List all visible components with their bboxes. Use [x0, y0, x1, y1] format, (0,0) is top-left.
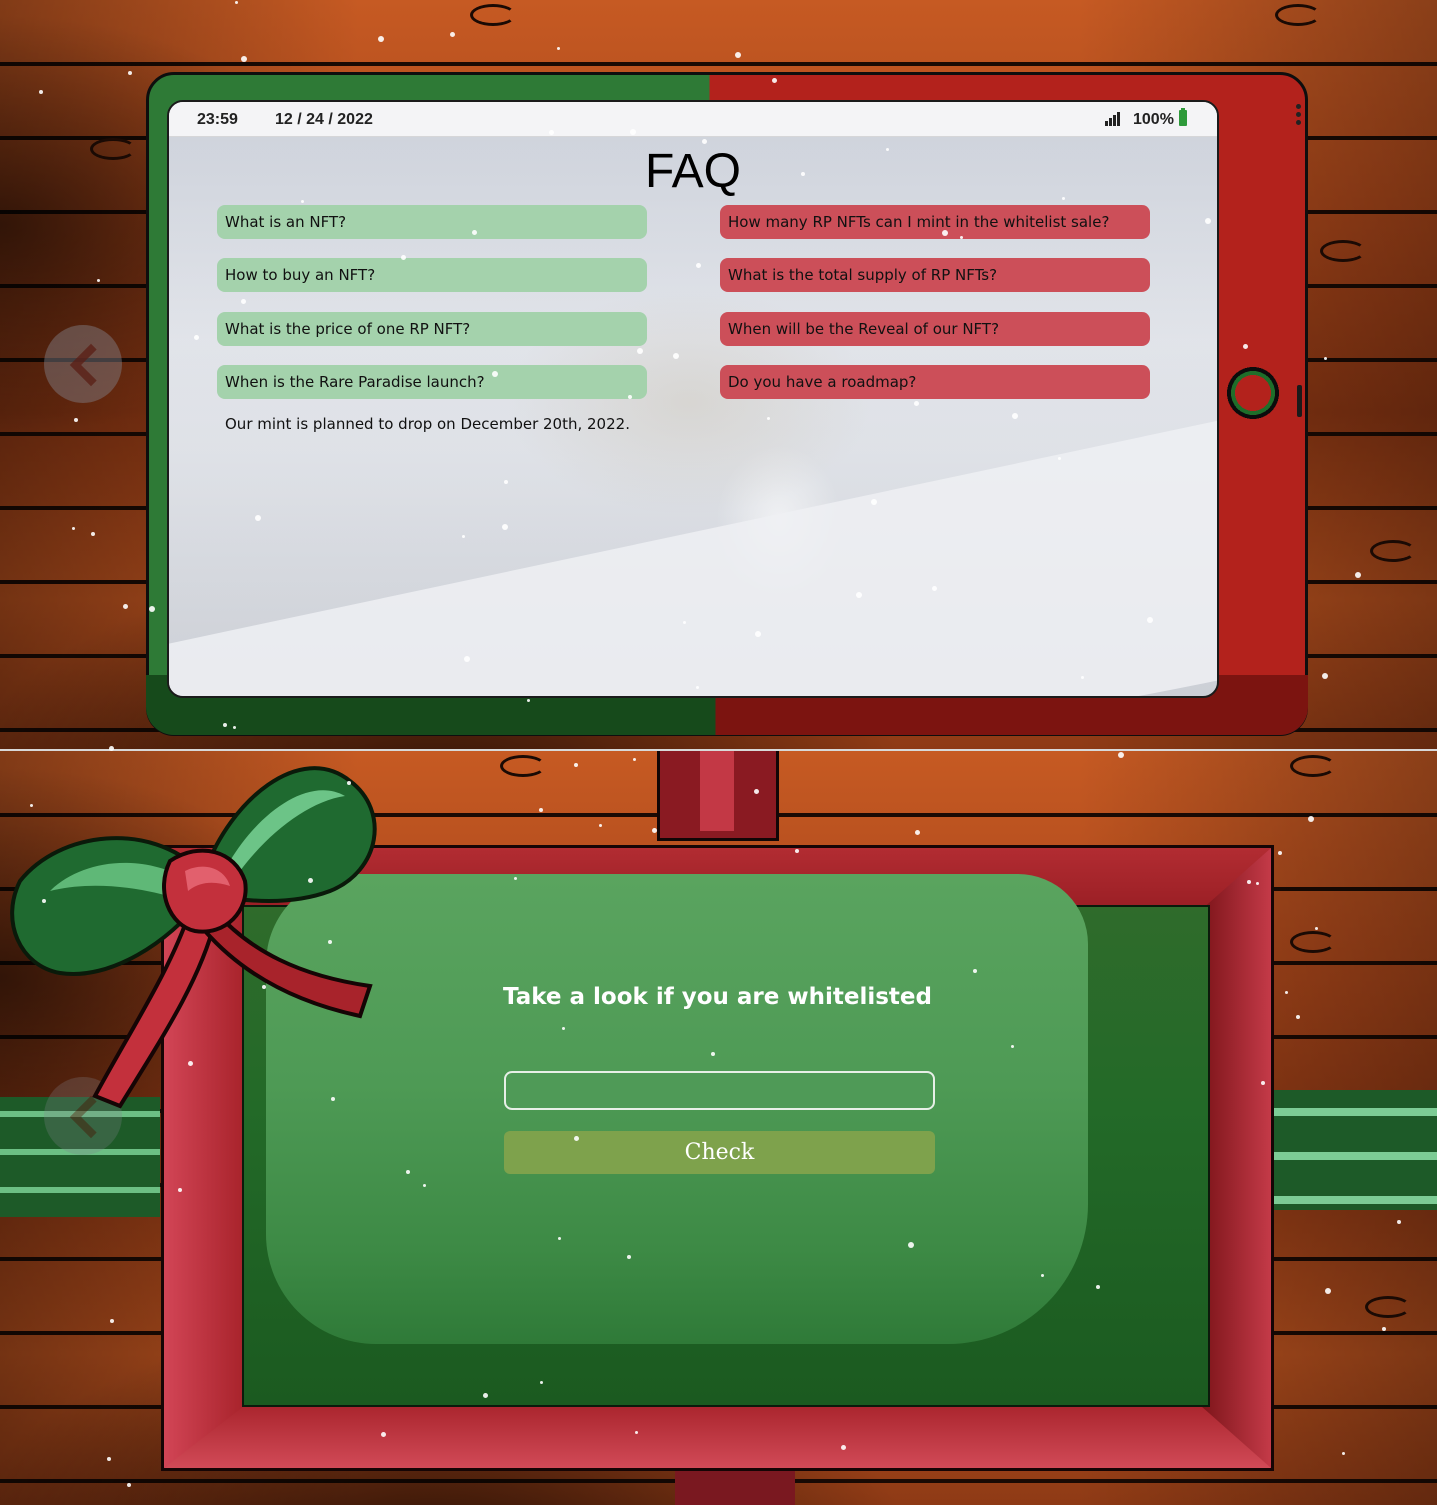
signal-bars-icon [1105, 112, 1123, 126]
chevron-left-icon[interactable] [44, 325, 122, 403]
wood-knot [1320, 240, 1366, 262]
check-button[interactable]: Check [504, 1131, 935, 1174]
frame-edge-bottom [164, 1402, 1271, 1468]
wood-knot [470, 4, 516, 26]
faq-question[interactable]: Do you have a roadmap? [720, 365, 1150, 399]
status-date: 12 / 24 / 2022 [275, 111, 373, 128]
red-ribbon-bottom [675, 1470, 795, 1505]
faq-question[interactable]: What is an NFT? [217, 205, 647, 239]
wood-knot [1290, 931, 1336, 953]
wood-knot [500, 755, 546, 777]
ribbon-bow-icon [10, 766, 377, 1109]
green-ribbon-right [1274, 1090, 1437, 1210]
wood-knot [1290, 755, 1336, 777]
battery-percentage: 100% [1133, 111, 1174, 128]
wallet-address-input[interactable] [504, 1071, 935, 1110]
wood-knot [90, 138, 136, 160]
phone-side-button [1297, 385, 1302, 417]
faq-title: FAQ [644, 145, 742, 198]
wood-knot [1370, 540, 1416, 562]
faq-question[interactable]: What is the total supply of RP NFTs? [720, 258, 1150, 292]
frame-edge-right [1201, 848, 1271, 1468]
status-time: 23:59 [197, 111, 238, 128]
faq-question-expanded[interactable]: When is the Rare Paradise launch? [217, 365, 647, 399]
faq-question[interactable]: How to buy an NFT? [217, 258, 647, 292]
phone-speaker [1296, 104, 1302, 128]
wood-knot [1365, 1296, 1411, 1318]
faq-question[interactable]: What is the price of one RP NFT? [217, 312, 647, 346]
phone-home-button[interactable] [1226, 366, 1280, 420]
red-ribbon-top [657, 751, 779, 841]
status-bar: 23:59 12 / 24 / 2022 100% [169, 102, 1217, 137]
wood-knot [1275, 4, 1321, 26]
battery-icon [1179, 108, 1187, 126]
faq-question[interactable]: When will be the Reveal of our NFT? [720, 312, 1150, 346]
faq-question[interactable]: How many RP NFTs can I mint in the white… [720, 205, 1150, 239]
phone-screen: 23:59 12 / 24 / 2022 100% FAQ What is an… [167, 100, 1219, 698]
faq-answer: Our mint is planned to drop on December … [225, 415, 630, 433]
